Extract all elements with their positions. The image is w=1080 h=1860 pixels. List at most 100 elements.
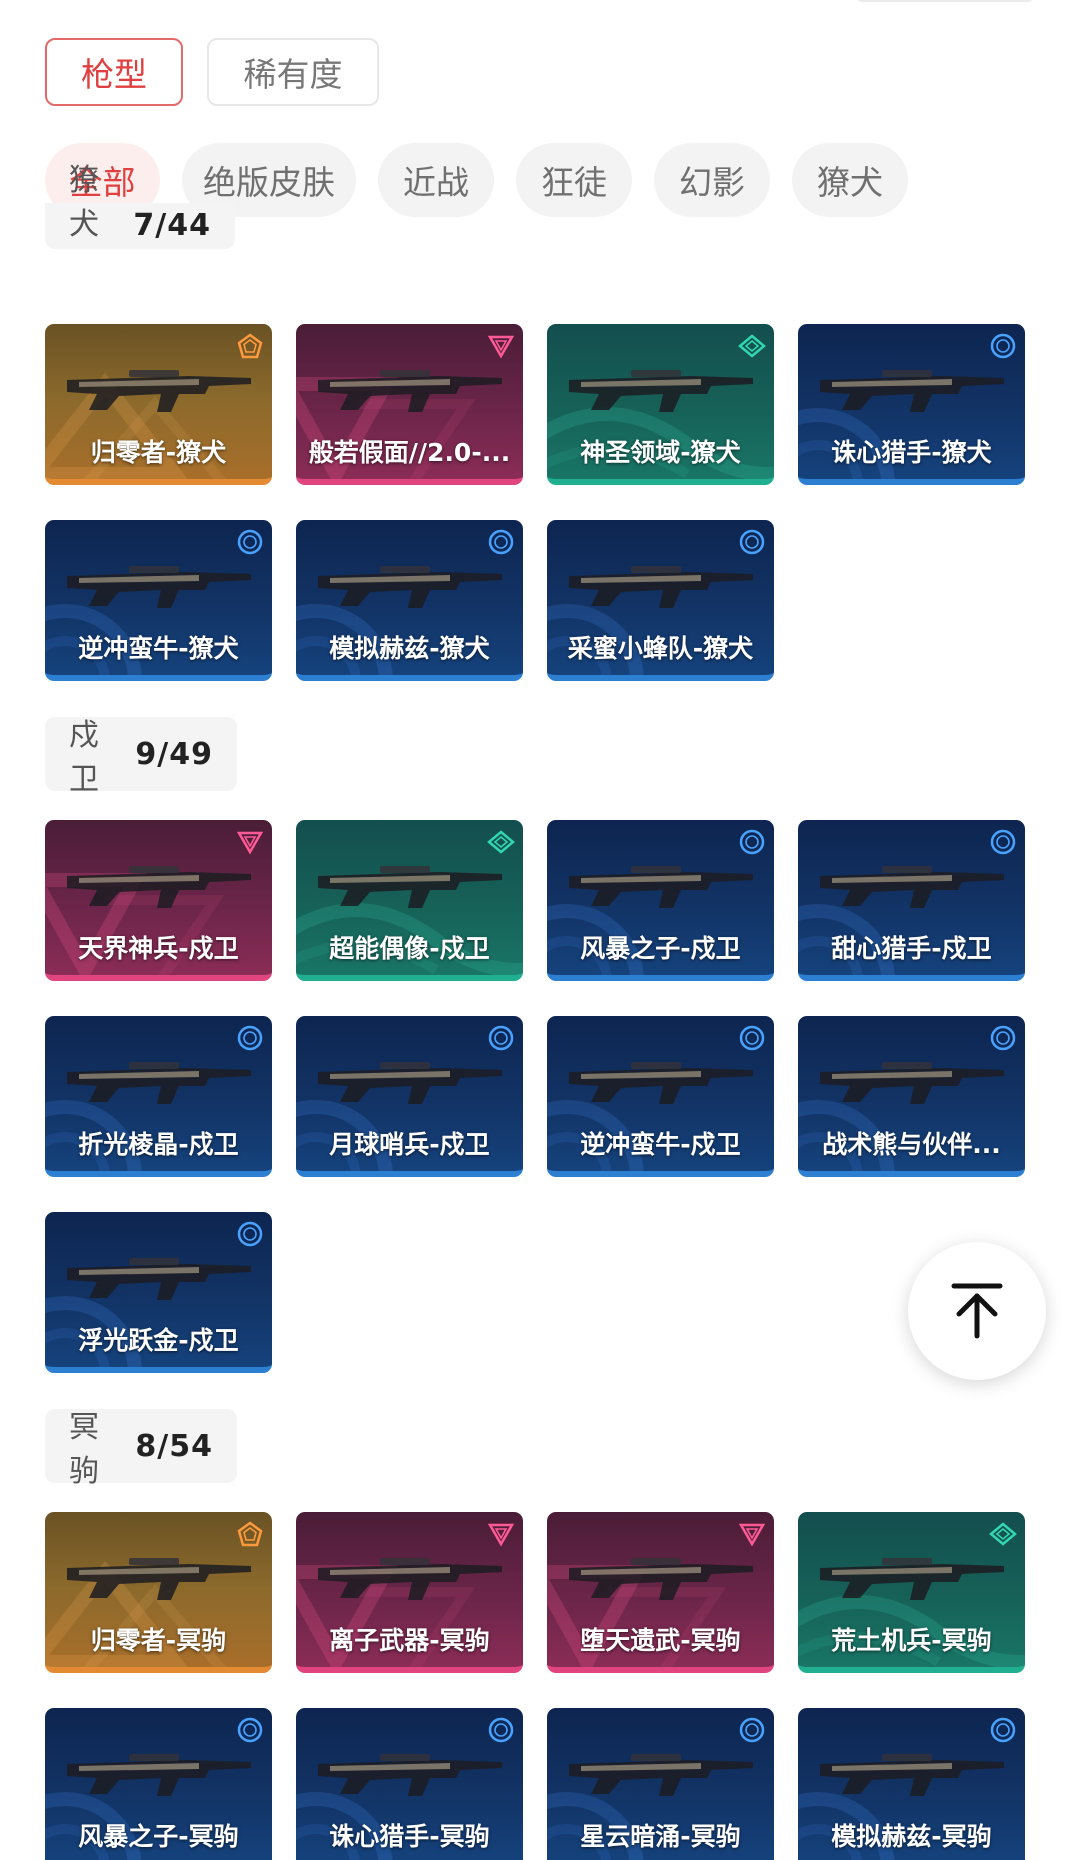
weapon-image: [318, 370, 502, 412]
primary-tabs: 枪型 稀有度: [45, 38, 379, 106]
section-name: 戍卫: [69, 718, 99, 797]
section-count: 7/44: [133, 208, 211, 243]
skin-name: 战术熊与伙伴...: [822, 1130, 1001, 1159]
circle-rarity-icon: [739, 1717, 765, 1743]
skin-name: 甜心猎手-戍卫: [831, 934, 992, 963]
skin-card[interactable]: 风暴之子-冥驹: [45, 1708, 272, 1860]
section-count: 9/49: [135, 736, 213, 772]
back-to-top-button[interactable]: [908, 1242, 1046, 1380]
skin-card[interactable]: 模拟赫兹-獠犬: [296, 520, 523, 681]
skin-name: 风暴之子-冥驹: [78, 1822, 239, 1851]
weapon-image: [569, 866, 753, 908]
circle-rarity-icon: [237, 529, 263, 555]
skin-name: 星云暗涌-冥驹: [580, 1822, 741, 1851]
skin-name: 诛心猎手-獠犬: [831, 438, 992, 467]
skin-card[interactable]: 风暴之子-戍卫: [547, 820, 774, 981]
weapon-image: [318, 566, 502, 608]
chip-phantom[interactable]: 幻影: [654, 143, 770, 217]
skin-name: 逆冲蛮牛-戍卫: [580, 1130, 741, 1159]
skin-card[interactable]: 逆冲蛮牛-獠犬: [45, 520, 272, 681]
weapon-image: [820, 1062, 1004, 1104]
diamond-rarity-icon: [989, 1522, 1017, 1546]
skin-card[interactable]: 诛心猎手-冥驹: [296, 1708, 523, 1860]
tab-gun-type[interactable]: 枪型: [45, 38, 183, 106]
weapon-image: [569, 566, 753, 608]
skin-name: 模拟赫兹-冥驹: [831, 1822, 992, 1851]
skin-name: 般若假面//2.0-...: [308, 438, 511, 467]
weapon-image: [67, 566, 251, 608]
weapon-image: [569, 1062, 753, 1104]
weapon-image: [67, 370, 251, 412]
pentagon-rarity-icon: [237, 333, 263, 359]
skin-card[interactable]: 逆冲蛮牛-戍卫: [547, 1016, 774, 1177]
diamond-rarity-icon: [487, 830, 515, 854]
circle-rarity-icon: [237, 1717, 263, 1743]
skin-card[interactable]: 星云暗涌-冥驹: [547, 1708, 774, 1860]
chip-vandal[interactable]: 狂徒: [516, 143, 632, 217]
chip-melee[interactable]: 近战: [378, 143, 494, 217]
skin-card[interactable]: 天界神兵-戍卫: [45, 820, 272, 981]
skin-card[interactable]: 离子武器-冥驹: [296, 1512, 523, 1673]
skin-card[interactable]: 诛心猎手-獠犬: [798, 324, 1025, 485]
skin-card[interactable]: 折光棱晶-戍卫: [45, 1016, 272, 1177]
section-header-guardian: 戍卫 9/49: [45, 717, 237, 797]
circle-rarity-icon: [990, 333, 1016, 359]
weapon-image: [67, 1258, 251, 1300]
circle-rarity-icon: [488, 1025, 514, 1051]
weapon-image: [67, 1062, 251, 1104]
triangle-rarity-icon: [236, 831, 264, 855]
circle-rarity-icon: [739, 1025, 765, 1051]
skin-card[interactable]: 月球哨兵-戍卫: [296, 1016, 523, 1177]
skin-card[interactable]: 神圣领域-獠犬: [547, 324, 774, 485]
skin-card[interactable]: 归零者-獠犬: [45, 324, 272, 485]
pentagon-rarity-icon: [237, 1521, 263, 1547]
weapon-image: [820, 1754, 1004, 1796]
skin-card[interactable]: 荒土机兵-冥驹: [798, 1512, 1025, 1673]
weapon-image: [569, 1558, 753, 1600]
skin-card[interactable]: 模拟赫兹-冥驹: [798, 1708, 1025, 1860]
skin-name: 归零者-冥驹: [90, 1626, 227, 1655]
section-header-operator: 冥驹 8/54: [45, 1409, 237, 1489]
weapon-image: [318, 1754, 502, 1796]
skin-card[interactable]: 堕天遗武-冥驹: [547, 1512, 774, 1673]
triangle-rarity-icon: [487, 335, 515, 359]
triangle-rarity-icon: [487, 1523, 515, 1547]
skin-name: 诛心猎手-冥驹: [329, 1822, 490, 1851]
section-count: 8/54: [135, 1428, 213, 1464]
skin-name: 超能偶像-戍卫: [329, 934, 490, 963]
weapon-image: [318, 1558, 502, 1600]
section-header-bulldog: 獠犬 7/44: [45, 163, 235, 249]
weapon-image: [318, 1062, 502, 1104]
skin-name: 神圣领域-獠犬: [580, 438, 741, 467]
skin-card[interactable]: 归零者-冥驹: [45, 1512, 272, 1673]
skin-card[interactable]: 采蜜小蜂队-獠犬: [547, 520, 774, 681]
skin-card[interactable]: 甜心猎手-戍卫: [798, 820, 1025, 981]
arrow-up-to-top-icon: [951, 1283, 1003, 1339]
chip-bulldog[interactable]: 獠犬: [792, 143, 908, 217]
skin-card[interactable]: 般若假面//2.0-...: [296, 324, 523, 485]
skin-name: 天界神兵-戍卫: [78, 934, 239, 963]
skin-collection-page: 枪型 稀有度 全部 绝版皮肤 近战 狂徒 幻影 獠犬 獠犬 7/44 戍卫 9/…: [0, 0, 1080, 1860]
circle-rarity-icon: [739, 529, 765, 555]
skin-card[interactable]: 战术熊与伙伴...: [798, 1016, 1025, 1177]
weapon-image: [67, 1558, 251, 1600]
skin-name: 月球哨兵-戍卫: [329, 1130, 490, 1159]
skin-name: 离子武器-冥驹: [329, 1626, 490, 1655]
tab-rarity[interactable]: 稀有度: [207, 38, 379, 106]
circle-rarity-icon: [990, 1717, 1016, 1743]
weapon-image: [318, 866, 502, 908]
skin-name: 模拟赫兹-獠犬: [329, 634, 490, 663]
circle-rarity-icon: [739, 829, 765, 855]
skin-name: 浮光跃金-戍卫: [78, 1326, 239, 1355]
weapon-image: [820, 370, 1004, 412]
section-name: 獠犬: [69, 163, 99, 242]
skin-name: 折光棱晶-戍卫: [78, 1130, 239, 1159]
weapon-image: [569, 370, 753, 412]
skin-card[interactable]: 浮光跃金-戍卫: [45, 1212, 272, 1373]
weapon-image: [820, 1558, 1004, 1600]
top-dropdown-stub[interactable]: [855, 0, 1035, 2]
skin-name: 荒土机兵-冥驹: [831, 1626, 992, 1655]
skin-card[interactable]: 超能偶像-戍卫: [296, 820, 523, 981]
weapon-image: [820, 866, 1004, 908]
skin-name: 采蜜小蜂队-獠犬: [567, 634, 754, 663]
